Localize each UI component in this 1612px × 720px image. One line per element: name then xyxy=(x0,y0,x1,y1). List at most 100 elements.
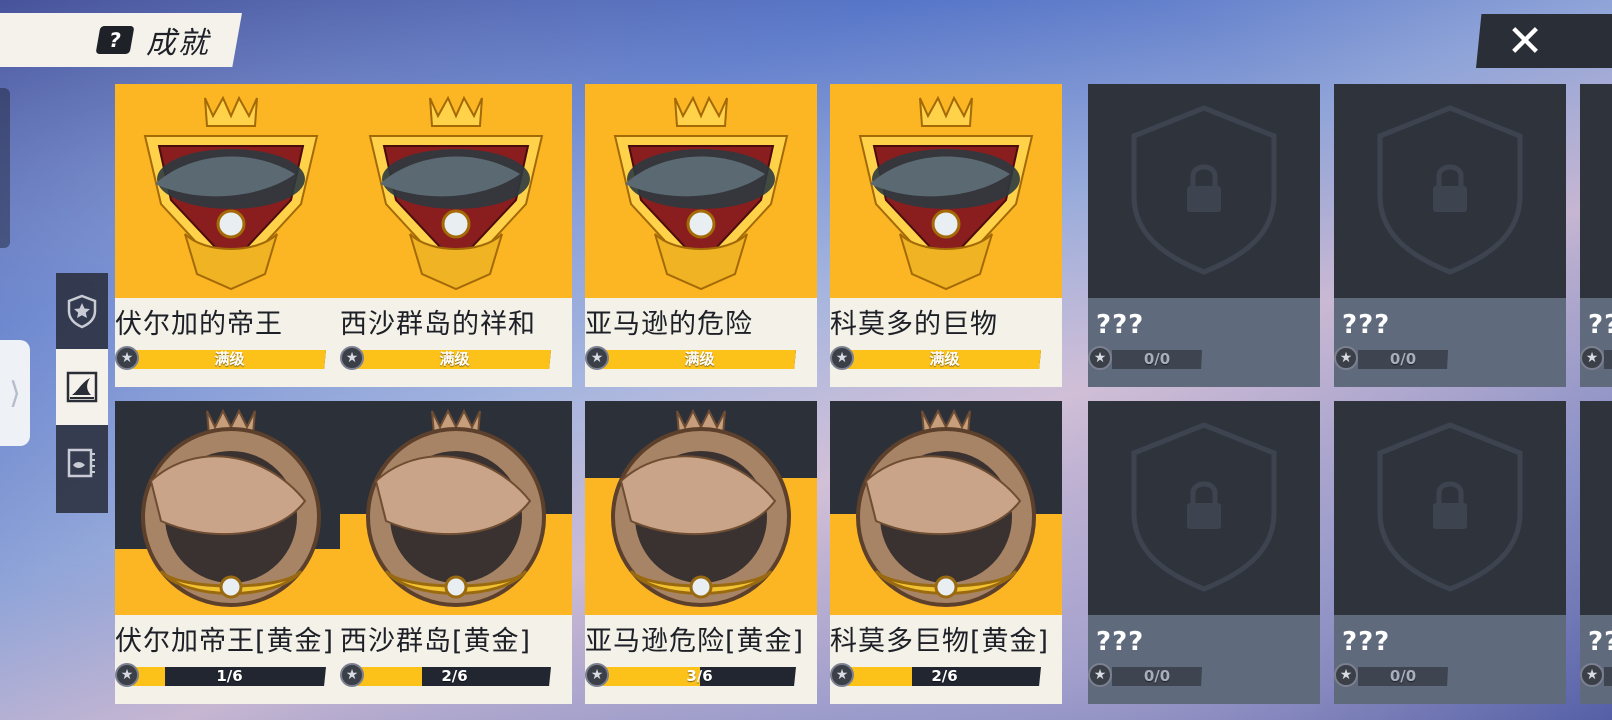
bronze-trophy-emblem xyxy=(141,408,321,607)
achievement-art xyxy=(585,84,817,298)
progress-row: 0/0 ★ xyxy=(1334,663,1566,687)
progress-bar: 满级 xyxy=(133,350,326,369)
progress-text: 0/0 xyxy=(1604,667,1612,686)
achievement-name: 西沙群岛[黄金] xyxy=(340,626,532,657)
star-badge-icon: ★ xyxy=(830,663,854,687)
progress-bar: 满级 xyxy=(358,350,551,369)
progress-text: 0/0 xyxy=(1389,667,1417,685)
progress-text: 3/6 xyxy=(686,667,713,685)
achievement-card[interactable]: 科莫多的巨物满级 ★ xyxy=(830,84,1062,387)
progress-text: 2/6 xyxy=(931,667,958,685)
achievement-name: ??? xyxy=(1588,627,1612,657)
achievement-name: 科莫多的巨物 xyxy=(830,309,998,340)
progress-row: 2/6 ★ xyxy=(830,663,1062,687)
progress-bar: 3/6 xyxy=(603,667,796,686)
achievement-card[interactable]: 伏尔加的帝王满级 ★ xyxy=(115,84,347,387)
progress-text: 满级 xyxy=(929,350,960,368)
progress-row: 满级 ★ xyxy=(340,346,572,370)
star-badge-icon: ★ xyxy=(340,663,364,687)
progress-bar: 0/0 xyxy=(1112,667,1202,686)
bronze-trophy-emblem xyxy=(366,408,546,607)
star-badge-icon: ★ xyxy=(1088,663,1112,687)
side-nav-item-badges[interactable] xyxy=(56,273,108,349)
star-shield-icon xyxy=(67,294,97,329)
achievement-card[interactable]: 西沙群岛[黄金] 2/6 ★ xyxy=(340,401,572,704)
progress-text: 1/6 xyxy=(216,667,243,685)
progress-bar: 满级 xyxy=(848,350,1041,369)
achievement-name: ??? xyxy=(1588,310,1612,340)
gold-trophy-emblem xyxy=(143,95,319,291)
star-badge-icon: ★ xyxy=(1580,346,1604,370)
close-button[interactable]: ✕ xyxy=(1476,14,1612,68)
star-badge-icon: ★ xyxy=(585,663,609,687)
achievement-card[interactable]: ??? 0/0★ xyxy=(1580,84,1612,387)
achievement-art xyxy=(340,401,572,615)
locked-art xyxy=(1088,401,1320,615)
progress-row: 0/0★ xyxy=(1088,346,1320,370)
achievement-card[interactable]: 伏尔加帝王[黄金] 1/6 ★ xyxy=(115,401,347,704)
progress-bar: 0/0 xyxy=(1112,350,1202,369)
lock-icon xyxy=(1377,105,1523,275)
page-header: ? 成就 xyxy=(0,13,242,67)
achievement-name: 西沙群岛的祥和 xyxy=(340,309,536,340)
locked-art xyxy=(1334,84,1566,298)
achievement-card[interactable]: ???0/0★ xyxy=(1088,401,1320,704)
achievement-art xyxy=(340,84,572,298)
achievement-card[interactable]: ??? 0/0★ xyxy=(1580,401,1612,704)
progress-row: 满级 ★ xyxy=(585,346,817,370)
achievement-name: ??? xyxy=(1342,627,1391,657)
star-badge-icon: ★ xyxy=(585,346,609,370)
progress-text: 0/0 xyxy=(1143,667,1171,685)
achievement-name: ??? xyxy=(1096,310,1145,340)
side-nav-item-fish[interactable] xyxy=(56,349,108,425)
side-panel-toggle[interactable]: ⟩ xyxy=(0,340,30,446)
achievement-art xyxy=(830,84,1062,298)
progress-text: 满级 xyxy=(684,350,715,368)
achievement-card[interactable]: 亚马逊危险[黄金] 3/6 ★ xyxy=(585,401,817,704)
achievement-card[interactable]: 西沙群岛的祥和满级 ★ xyxy=(340,84,572,387)
achievement-card[interactable]: ??? 0/0★ xyxy=(1088,84,1320,387)
star-badge-icon: ★ xyxy=(830,346,854,370)
lock-icon xyxy=(1377,422,1523,592)
locked-art xyxy=(1088,84,1320,298)
gold-trophy-emblem xyxy=(858,95,1034,291)
left-panel-edge xyxy=(0,88,10,248)
lock-icon xyxy=(1131,422,1277,592)
progress-row: 满级 ★ xyxy=(830,346,1062,370)
bronze-trophy-emblem xyxy=(611,408,791,607)
progress-bar: 2/6 xyxy=(358,667,551,686)
locked-art xyxy=(1580,401,1612,615)
star-badge-icon: ★ xyxy=(340,346,364,370)
chevron-right-icon: ⟩ xyxy=(9,375,21,411)
progress-row: 满级 ★ xyxy=(115,346,347,370)
star-badge-icon: ★ xyxy=(1580,663,1604,687)
achievement-name: 亚马逊的危险 xyxy=(585,309,753,340)
gold-trophy-emblem xyxy=(368,95,544,291)
achievement-card[interactable]: ???0/0★ xyxy=(1334,84,1566,387)
achievement-name: 伏尔加帝王[黄金] xyxy=(115,626,335,657)
page-title: 成就 xyxy=(146,26,210,61)
shark-fin-icon xyxy=(66,371,98,403)
progress-row: 0/0★ xyxy=(1580,663,1612,687)
lock-icon xyxy=(1580,401,1612,615)
star-badge-icon: ★ xyxy=(115,346,139,370)
progress-row: 3/6 ★ xyxy=(585,663,817,687)
achievement-card[interactable]: ??? 0/0 ★ xyxy=(1334,401,1566,704)
star-badge-icon: ★ xyxy=(1334,663,1358,687)
side-nav-item-journal[interactable] xyxy=(56,425,108,501)
progress-bar: 0/0 xyxy=(1358,667,1448,686)
progress-text: 满级 xyxy=(439,350,470,368)
achievement-card[interactable]: 科莫多巨物[黄金] 2/6 ★ xyxy=(830,401,1062,704)
achievement-name: 伏尔加的帝王 xyxy=(115,309,283,340)
progress-text: 满级 xyxy=(214,350,245,368)
star-badge-icon: ★ xyxy=(1088,346,1112,370)
achievement-name: 科莫多巨物[黄金] xyxy=(830,626,1050,657)
progress-row: 0/0★ xyxy=(1580,346,1612,370)
progress-bar: 0/0 xyxy=(1604,350,1612,369)
progress-row: 0/0 ★ xyxy=(1088,663,1320,687)
achievement-art xyxy=(830,401,1062,615)
progress-row: 1/6 ★ xyxy=(115,663,347,687)
progress-bar: 0/0 xyxy=(1358,350,1448,369)
progress-bar: 满级 xyxy=(603,350,796,369)
achievement-card[interactable]: 亚马逊的危险满级 ★ xyxy=(585,84,817,387)
